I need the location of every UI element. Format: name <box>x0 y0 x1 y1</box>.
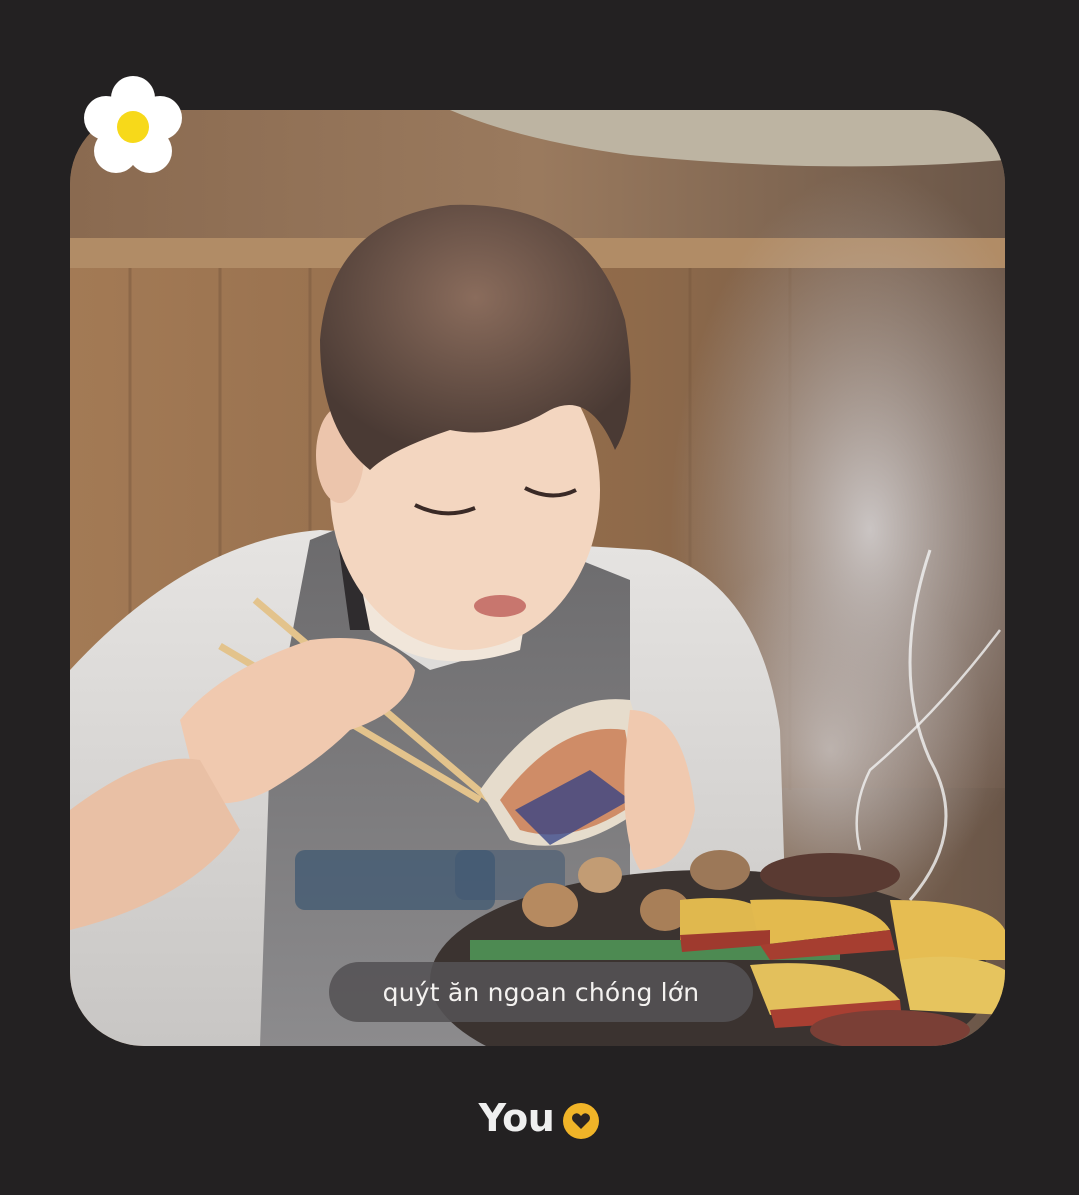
story-photo[interactable]: quýt ăn ngoan chóng lớn <box>70 110 1005 1046</box>
author-name[interactable]: You <box>479 1096 555 1140</box>
heart-badge-icon <box>563 1103 600 1139</box>
caption-pill: quýt ăn ngoan chóng lớn <box>329 962 753 1022</box>
daisy-flower-icon <box>84 76 182 173</box>
story-screen: quýt ăn ngoan chóng lớn You <box>0 0 1079 1195</box>
author-row: You <box>0 1090 1079 1146</box>
photo-image <box>70 110 1005 1046</box>
caption-text: quýt ăn ngoan chóng lớn <box>382 977 700 1007</box>
